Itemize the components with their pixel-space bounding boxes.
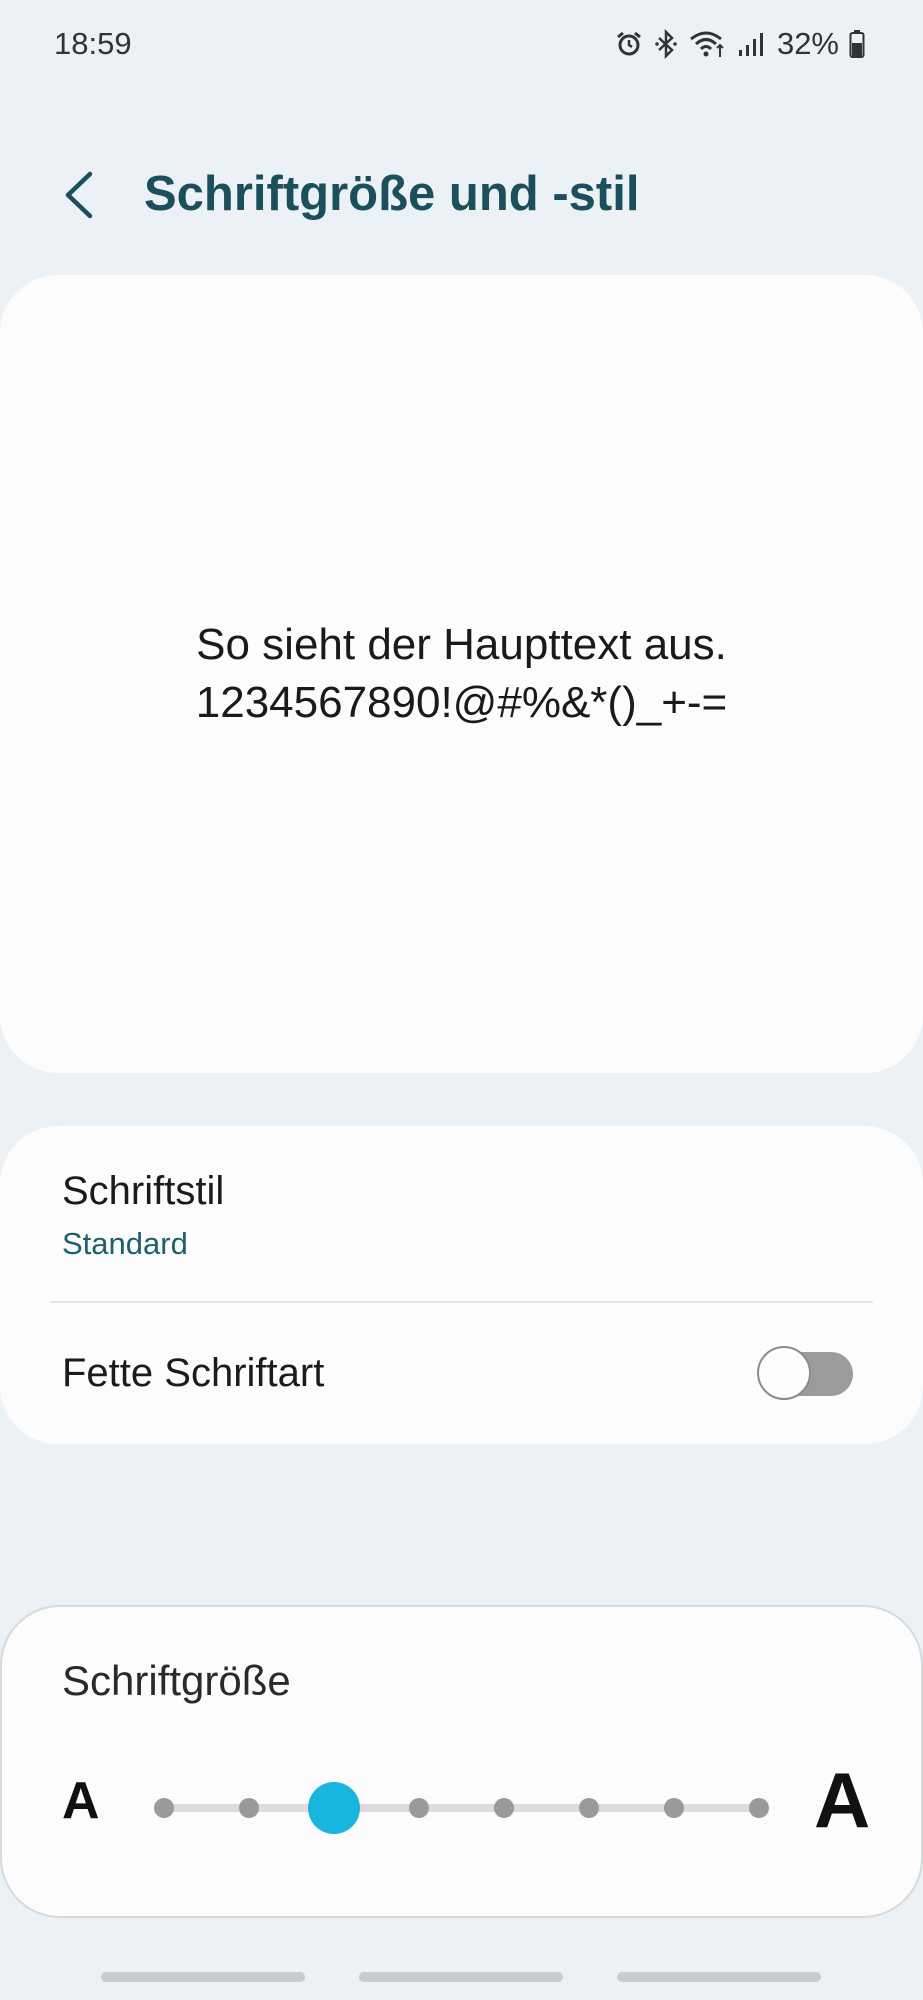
font-size-slider[interactable] [136, 1775, 774, 1841]
signal-icon [737, 30, 765, 58]
back-button[interactable] [52, 164, 112, 226]
nav-back-button[interactable] [617, 1972, 821, 1982]
alarm-icon [615, 30, 643, 58]
slider-thumb[interactable] [308, 1782, 360, 1834]
bold-font-setting[interactable]: Fette Schriftart [0, 1303, 923, 1444]
status-time: 18:59 [54, 26, 132, 61]
font-style-value: Standard [62, 1226, 188, 1261]
font-size-card: Schriftgröße A A [0, 1605, 923, 1918]
font-size-title: Schriftgröße [62, 1657, 291, 1704]
slider-step-dot[interactable] [664, 1798, 684, 1818]
text-preview-card: So sieht der Haupttext aus. 1234567890!@… [0, 275, 923, 1073]
header: Schriftgröße und -stil [0, 150, 923, 240]
nav-home-button[interactable] [359, 1972, 563, 1982]
battery-percentage: 32% [776, 26, 839, 61]
navigation-bar [0, 1960, 923, 2000]
nav-recents-button[interactable] [101, 1972, 305, 1982]
large-size-label: A [814, 1756, 871, 1844]
slider-step-dot[interactable] [239, 1798, 259, 1818]
preview-text-line-1: So sieht der Haupttext aus. [196, 620, 727, 669]
bluetooth-icon [653, 29, 679, 59]
wifi-icon [689, 29, 727, 59]
slider-step-dot[interactable] [494, 1798, 514, 1818]
bold-font-label: Fette Schriftart [62, 1351, 325, 1395]
toggle-knob [757, 1346, 811, 1400]
status-icons: 32% [615, 24, 865, 64]
font-style-setting[interactable]: Schriftstil Standard [0, 1126, 923, 1301]
slider-step-dot[interactable] [579, 1798, 599, 1818]
bold-font-toggle[interactable] [757, 1346, 855, 1400]
battery-icon [849, 29, 865, 59]
slider-step-dot[interactable] [409, 1798, 429, 1818]
slider-step-dot[interactable] [154, 1798, 174, 1818]
font-settings-card: Schriftstil Standard Fette Schriftart [0, 1126, 923, 1444]
slider-step-dot[interactable] [749, 1798, 769, 1818]
small-size-label: A [62, 1772, 100, 1830]
preview-text-line-2: 1234567890!@#%&*()_+-= [195, 678, 728, 727]
status-bar: 18:59 32% [0, 0, 923, 90]
page-title: Schriftgröße und -stil [144, 167, 640, 221]
font-style-title: Schriftstil [62, 1169, 225, 1213]
chevron-left-icon [52, 171, 112, 230]
